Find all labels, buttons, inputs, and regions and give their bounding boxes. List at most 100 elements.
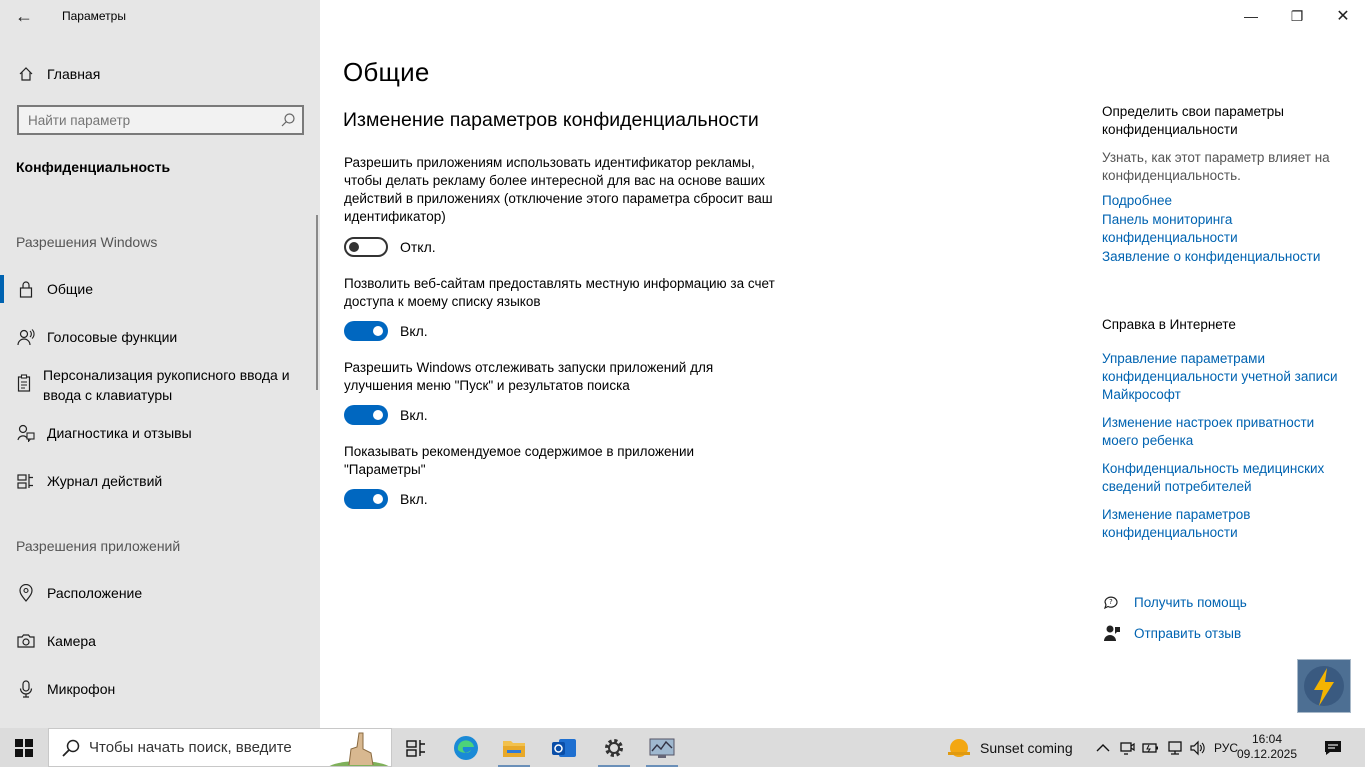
manage-ms-account-privacy-link[interactable]: Управление параметрами конфиденциальност… <box>1102 350 1342 404</box>
get-help-icon: ? <box>1102 592 1122 612</box>
nav-item-label: Расположение <box>47 585 143 601</box>
home-label: Главная <box>47 66 101 82</box>
battery-button[interactable] <box>1142 728 1160 767</box>
nav-item-camera[interactable]: Камера <box>16 631 96 651</box>
privacy-options-panel: Определить свои параметры конфиденциальн… <box>1102 103 1342 266</box>
privacy-dashboard-link[interactable]: Панель мониторинга конфиденциальности <box>1102 211 1342 247</box>
web-help-panel: Справка в Интернете Управление параметра… <box>1102 316 1342 542</box>
taskbar-search-box[interactable]: Чтобы начать поиск, введите <box>48 728 392 767</box>
option-app-launch-tracking-text: Разрешить Windows отслеживать запуски пр… <box>344 360 714 393</box>
clock-date: 09.12.2025 <box>1236 747 1298 761</box>
toggle-state-label: Вкл. <box>400 491 428 507</box>
settings-taskbar-button[interactable] <box>590 728 638 767</box>
choose-options-description: Узнать, как этот параметр влияет на конф… <box>1102 150 1330 183</box>
search-icon <box>62 739 80 757</box>
monitor-chart-icon <box>649 738 675 758</box>
toggle-switch-on[interactable] <box>344 489 388 509</box>
nav-item-label: Журнал действий <box>47 473 163 489</box>
nav-item-inking-typing[interactable]: Персонализация рукописного ввода и ввода… <box>16 365 306 405</box>
toggle-state-label: Откл. <box>400 239 436 255</box>
clipboard-icon <box>16 373 32 393</box>
nav-item-general[interactable]: Общие <box>0 275 94 303</box>
maximize-button[interactable]: ❐ <box>1274 0 1320 32</box>
taskbar-clock[interactable]: 16:04 09.12.2025 <box>1232 732 1302 762</box>
option-advertising-id-text: Разрешить приложениям использовать идент… <box>344 155 773 224</box>
nav-item-label: Камера <box>47 633 96 649</box>
weather-text: Sunset coming <box>980 739 1073 756</box>
network-button[interactable] <box>1166 728 1184 767</box>
toggle-advertising-id[interactable]: Откл. <box>344 237 436 257</box>
location-icon <box>16 583 36 603</box>
nav-item-label: Микрофон <box>47 681 116 697</box>
nav-item-diagnostics[interactable]: Диагностика и отзывы <box>16 423 192 443</box>
nav-item-label: Диагностика и отзывы <box>47 425 192 441</box>
back-arrow-icon[interactable]: ← <box>12 6 36 26</box>
give-feedback-link[interactable]: Отправить отзыв <box>1102 623 1241 643</box>
nav-item-activity-history[interactable]: Журнал действий <box>16 471 162 491</box>
page-title: Общие <box>343 57 430 87</box>
settings-search-input[interactable] <box>28 112 280 128</box>
timeline-icon <box>16 471 36 491</box>
network-icon <box>1168 740 1182 755</box>
notifications-icon <box>1325 740 1341 755</box>
child-privacy-link[interactable]: Изменение настроек приватности моего реб… <box>1102 414 1342 450</box>
speaker-icon <box>1190 740 1205 755</box>
nav-item-location[interactable]: Расположение <box>16 583 142 603</box>
weather-widget[interactable]: Sunset coming <box>946 728 1073 767</box>
outlook-taskbar-button[interactable] <box>540 728 588 767</box>
webcam-icon <box>1120 741 1135 755</box>
window-title: Параметры <box>62 9 126 23</box>
taskbar-search-text: Чтобы начать поиск, введите <box>89 739 292 756</box>
home-link[interactable]: Главная <box>16 64 100 84</box>
llama-illustration-icon <box>329 732 389 766</box>
action-center-button[interactable] <box>1322 728 1344 767</box>
search-icon[interactable] <box>280 112 296 128</box>
choose-options-title: Определить свои параметры конфиденциальн… <box>1102 104 1284 137</box>
nav-item-microphone[interactable]: Микрофон <box>16 679 115 699</box>
meet-now-button[interactable] <box>1118 728 1136 767</box>
privacy-statement-link[interactable]: Заявление о конфиденциальности <box>1102 248 1342 266</box>
section-app-permissions: Разрешения приложений <box>16 538 181 554</box>
toggle-app-launch-tracking[interactable]: Вкл. <box>344 405 428 425</box>
windows-logo-icon <box>15 738 33 757</box>
get-help-link[interactable]: ? Получить помощь <box>1102 592 1247 612</box>
web-help-title: Справка в Интернете <box>1102 317 1236 332</box>
minimize-button[interactable]: — <box>1228 0 1274 32</box>
toggle-suggested-content[interactable]: Вкл. <box>344 489 428 509</box>
feedback-label: Отправить отзыв <box>1134 625 1242 641</box>
outlook-icon <box>552 738 576 757</box>
settings-search-box[interactable] <box>17 105 304 135</box>
toggle-language-list[interactable]: Вкл. <box>344 321 428 341</box>
toggle-switch-on[interactable] <box>344 405 388 425</box>
volume-button[interactable] <box>1188 728 1208 767</box>
learn-more-link[interactable]: Подробнее <box>1102 192 1342 210</box>
task-view-icon <box>406 739 425 757</box>
svg-text:?: ? <box>1109 598 1113 606</box>
nav-item-label: Голосовые функции <box>47 329 178 345</box>
option-language-list-text: Позволить веб-сайтам предоставлять местн… <box>344 276 775 309</box>
feedback-icon <box>1102 623 1122 643</box>
close-button[interactable]: ✕ <box>1320 0 1365 32</box>
monitor-app-taskbar-button[interactable] <box>638 728 686 767</box>
edge-icon <box>454 735 478 760</box>
category-title: Конфиденциальность <box>16 159 171 175</box>
show-hidden-icons-button[interactable] <box>1094 728 1112 767</box>
health-data-privacy-link[interactable]: Конфиденциальность медицинских сведений … <box>1102 460 1342 496</box>
diagnostics-icon <box>16 423 36 443</box>
power-plug-icon <box>1142 742 1158 753</box>
toggle-switch-on[interactable] <box>344 321 388 341</box>
nav-item-label: Персонализация рукописного ввода и ввода… <box>43 367 290 403</box>
nav-item-label: Общие <box>47 281 94 297</box>
sidebar: ← Параметры Главная Конфиденциальность Р… <box>0 0 320 728</box>
nav-item-speech[interactable]: Голосовые функции <box>16 327 177 347</box>
speech-icon <box>16 327 36 347</box>
file-explorer-taskbar-button[interactable] <box>490 728 538 767</box>
section-windows-permissions: Разрешения Windows <box>16 234 158 250</box>
toggle-switch-off[interactable] <box>344 237 388 257</box>
start-button[interactable] <box>0 728 48 767</box>
lightning-app-icon[interactable] <box>1297 659 1351 713</box>
sidebar-scrollbar[interactable] <box>316 215 318 390</box>
change-privacy-settings-link[interactable]: Изменение параметров конфиденциальности <box>1102 506 1342 542</box>
task-view-button[interactable] <box>392 728 440 767</box>
edge-taskbar-button[interactable] <box>442 728 490 767</box>
